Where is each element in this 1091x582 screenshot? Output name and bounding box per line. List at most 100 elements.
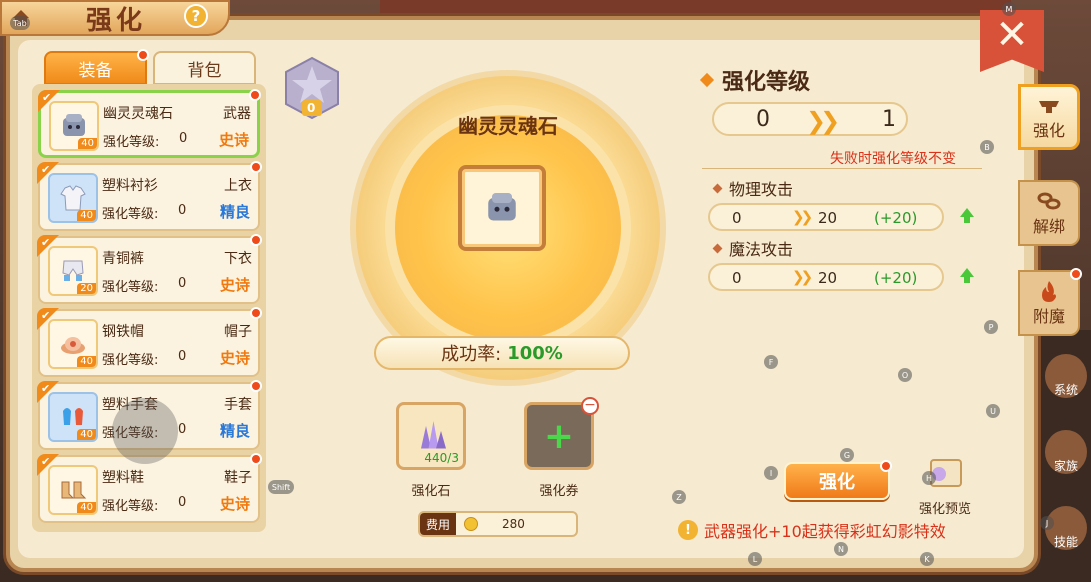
enhance-level-value: 0 — [178, 203, 187, 218]
enhance-level-label: 强化等级: — [103, 135, 160, 150]
item-name: 塑料鞋 — [102, 470, 144, 486]
equipment-item-pants[interactable]: ✔ 20 青铜裤 下衣 强化等级: 0 史诗 — [37, 234, 262, 304]
key-hint-shift: Shift — [268, 480, 294, 494]
tab-label: 附魔 — [1032, 307, 1065, 326]
quality-badge: 史诗 — [219, 276, 250, 294]
up-arrow-icon — [960, 208, 974, 223]
exclamation-icon: ! — [678, 520, 698, 540]
divider — [702, 168, 982, 169]
equipment-item-shirt[interactable]: ✔ 40 塑料衬衫 上衣 强化等级: 0 精良 — [37, 161, 262, 231]
world-right-sidebar: 系统 家族 技能 — [1041, 330, 1091, 582]
rainbow-effect-notice: ! 武器强化+10起获得彩虹幻影特效 — [678, 518, 946, 542]
tab-backpack[interactable]: 背包 — [153, 51, 256, 85]
level-from: 0 — [756, 107, 770, 132]
item-slot: 下衣 — [224, 251, 252, 267]
item-name: 钢铁帽 — [102, 324, 144, 340]
page-title: 强化 — [86, 5, 147, 36]
key-hint-k: K — [920, 552, 934, 566]
section-title-text: 强化等级 — [722, 70, 811, 95]
equipment-item-soul-stone[interactable]: ✔ 40 幽灵灵魂石 武器 强化等级: 0 史诗 — [38, 89, 261, 158]
coin-icon — [464, 517, 479, 531]
selected-item-name: 幽灵灵魂石 — [458, 114, 558, 138]
double-arrow-icon: ❯❯ — [792, 268, 813, 286]
notice-text: 武器强化+10起获得彩虹幻影特效 — [704, 522, 946, 541]
enhance-button[interactable]: 强化 — [784, 460, 892, 500]
diamond-icon — [712, 183, 723, 193]
shoes-icon: 40 — [48, 465, 98, 515]
enhance-level-section-title: 强化等级 — [699, 64, 811, 96]
tab-label: 解绑 — [1032, 217, 1065, 236]
quality-badge: 史诗 — [219, 349, 250, 367]
double-arrow-icon: ❯❯ — [806, 107, 840, 135]
quality-badge: 精良 — [219, 203, 250, 221]
equipment-item-hat[interactable]: ✔ 40 钢铁帽 帽子 强化等级: 0 史诗 — [37, 307, 262, 377]
up-arrow-icon — [960, 268, 974, 283]
item-level-badge: 40 — [77, 210, 96, 221]
notification-dot — [249, 89, 261, 101]
success-rate-label: 成功率: — [441, 344, 502, 365]
item-slot: 上衣 — [224, 178, 252, 194]
enhance-ticket-label: 强化券 — [539, 484, 579, 499]
success-rate-value: 100% — [507, 342, 563, 364]
enhance-stone-slot[interactable]: 440/3 — [396, 402, 466, 470]
key-hint-u: U — [986, 404, 1000, 418]
selected-item-slot[interactable] — [458, 165, 546, 251]
quality-badge: 史诗 — [218, 131, 249, 149]
key-hint-f: F — [764, 355, 778, 369]
stat-name: 魔法攻击 — [729, 240, 794, 259]
enhance-ticket-slot[interactable]: + − — [524, 397, 599, 470]
soul-stone-icon: 40 — [49, 101, 99, 151]
system-menu-button[interactable]: 系统 — [1045, 354, 1087, 398]
key-hint-i: I — [764, 466, 778, 480]
stat-name: 物理攻击 — [729, 180, 794, 199]
equipment-item-shoes[interactable]: ✔ 40 塑料鞋 鞋子 强化等级: 0 史诗 — [37, 453, 262, 523]
item-level-badge: 40 — [77, 429, 96, 440]
stat-title-physical: 物理攻击 — [712, 176, 794, 200]
item-slot: 武器 — [223, 106, 251, 122]
enhance-level-label: 强化等级: — [102, 280, 159, 295]
key-hint-l: L — [748, 552, 762, 566]
flame-icon — [1042, 281, 1056, 302]
help-icon[interactable]: ? — [184, 4, 208, 28]
notification-dot — [250, 234, 262, 246]
cost-label: 费用 — [420, 513, 457, 535]
item-name: 青铜裤 — [102, 251, 144, 267]
enhance-stone-label: 强化石 — [411, 484, 451, 499]
tab-equipment[interactable]: 装备 — [44, 49, 149, 85]
item-level-badge: 40 — [77, 502, 96, 513]
star-level-badge: 0 — [282, 56, 342, 122]
notification-dot — [250, 380, 262, 392]
enhance-level-value: 0 — [178, 422, 187, 437]
stat-bar-physical: 0 ❯❯ 20 (+20) — [708, 203, 944, 231]
star-level-value: 0 — [307, 101, 316, 115]
tab-unbind[interactable]: 解绑 — [1018, 180, 1080, 246]
family-menu-button[interactable]: 家族 — [1045, 430, 1087, 474]
inventory-tabs: 装备 背包 — [44, 49, 256, 85]
fail-note: 失败时强化等级不变 — [830, 151, 956, 167]
enhance-level-value: 0 — [178, 495, 187, 510]
key-hint-n: N — [834, 542, 848, 556]
notification-dot — [137, 49, 149, 61]
plus-icon: + — [543, 415, 575, 457]
notification-dot — [250, 161, 262, 173]
tab-enhance[interactable]: 强化 — [1018, 84, 1080, 150]
item-slot: 帽子 — [224, 324, 252, 340]
virtual-joystick[interactable] — [112, 398, 178, 464]
stat-title-magic: 魔法攻击 — [712, 236, 794, 260]
enhance-preview-button[interactable]: 强化预览 — [912, 456, 978, 517]
tab-enchant[interactable]: 附魔 — [1018, 268, 1082, 336]
tab-label: 强化 — [1032, 121, 1065, 140]
cost-value: 280 — [502, 517, 525, 531]
remove-icon[interactable]: − — [581, 397, 599, 415]
crystal-icon — [421, 421, 446, 449]
diamond-icon — [712, 243, 723, 253]
stat-from: 0 — [732, 269, 742, 287]
quality-badge: 史诗 — [219, 495, 250, 513]
close-icon: ✕ — [995, 12, 1029, 58]
key-hint-m: M — [1002, 2, 1016, 16]
enhance-level-value: 0 — [178, 276, 187, 291]
shirt-icon: 40 — [48, 173, 98, 223]
notification-dot — [880, 460, 892, 472]
stat-from: 0 — [732, 209, 742, 227]
quality-badge: 精良 — [219, 422, 250, 440]
